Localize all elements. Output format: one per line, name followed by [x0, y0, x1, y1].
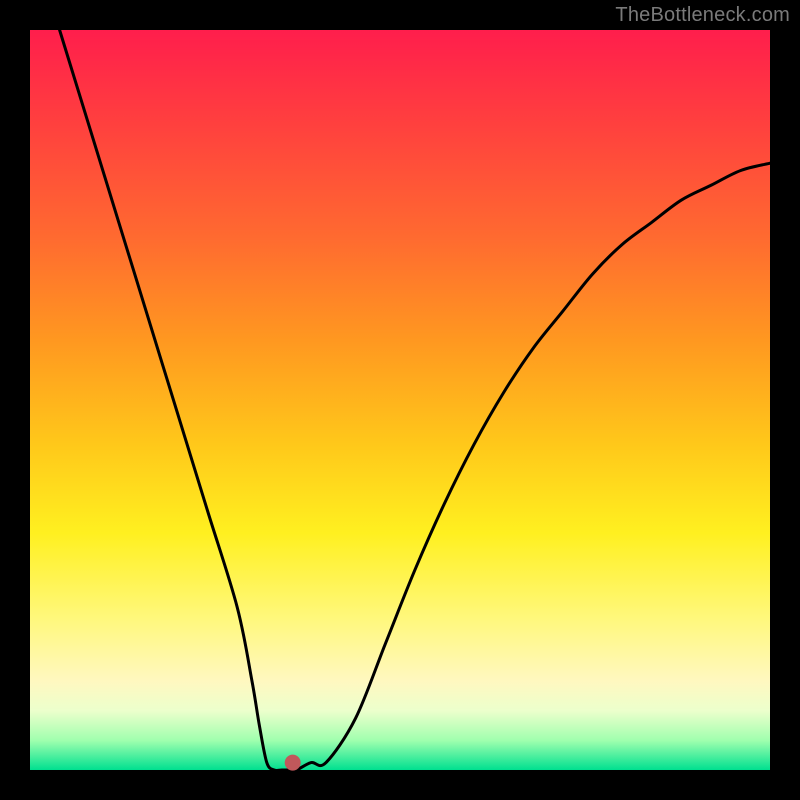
- bottleneck-curve-line: [60, 30, 770, 771]
- chart-plot-area: [30, 30, 770, 770]
- chart-svg: [30, 30, 770, 770]
- chart-frame: TheBottleneck.com: [0, 0, 800, 800]
- optimal-point-marker: [285, 755, 301, 771]
- watermark-text: TheBottleneck.com: [615, 4, 790, 27]
